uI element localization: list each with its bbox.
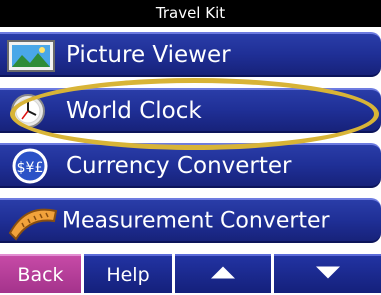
scroll-down-button[interactable] — [274, 254, 381, 293]
bottom-toolbar: Back Help — [0, 254, 381, 293]
help-button-label: Help — [106, 264, 150, 286]
menu-item-label: World Clock — [66, 97, 202, 124]
clock-icon — [4, 91, 60, 131]
scroll-up-button[interactable] — [175, 254, 271, 293]
menu-item-world-clock[interactable]: World Clock — [0, 88, 381, 133]
arrow-down-icon — [314, 255, 342, 294]
menu-item-label: Picture Viewer — [66, 41, 231, 68]
picture-icon — [4, 35, 60, 75]
measuring-tape-icon — [4, 201, 60, 241]
svg-text:$¥£: $¥£ — [17, 160, 44, 176]
menu-item-measurement-converter[interactable]: Measurement Converter — [0, 198, 381, 243]
menu-item-picture-viewer[interactable]: Picture Viewer — [0, 32, 381, 77]
back-button[interactable]: Back — [0, 254, 81, 293]
help-button[interactable]: Help — [84, 254, 172, 293]
travel-kit-menu: Picture Viewer World Clock $¥£ Currency … — [0, 27, 381, 246]
page-title: Travel Kit — [155, 4, 226, 22]
back-button-label: Back — [17, 264, 64, 286]
title-bar: Travel Kit — [0, 0, 381, 27]
currency-icon: $¥£ — [4, 146, 60, 186]
arrow-up-icon — [209, 255, 237, 294]
menu-item-label: Measurement Converter — [62, 208, 330, 233]
menu-item-label: Currency Converter — [66, 152, 292, 179]
menu-item-currency-converter[interactable]: $¥£ Currency Converter — [0, 143, 381, 188]
